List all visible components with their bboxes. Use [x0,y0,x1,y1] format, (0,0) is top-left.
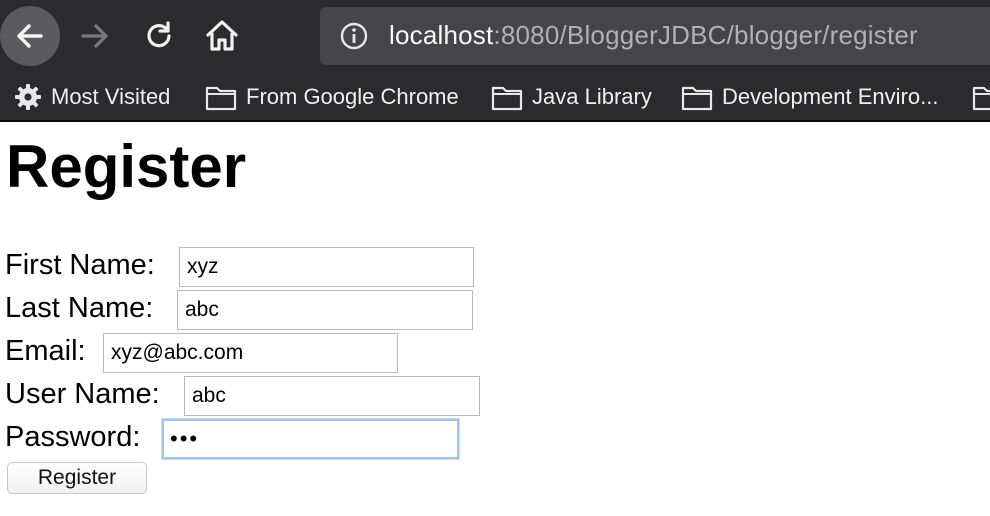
email-label: Email: [5,335,86,367]
first-name-label: First Name: [5,249,155,281]
arrow-left-icon [17,24,43,48]
email-input[interactable] [103,333,398,373]
last-name-label: Last Name: [5,292,154,324]
gear-icon [15,84,41,110]
address-bar[interactable]: localhost:8080/BloggerJDBC/blogger/regis… [320,7,990,65]
password-input[interactable] [162,419,459,459]
arrow-right-icon [81,24,108,48]
folder-icon [681,86,713,111]
page-title: Register [6,133,247,200]
home-button[interactable] [202,16,242,56]
browser-toolbar: localhost:8080/BloggerJDBC/blogger/regis… [0,0,990,122]
back-button[interactable] [0,6,60,66]
bookmarks-toolbar: Most Visited From Google Chrome Java Lib… [0,74,990,120]
user-name-label: User Name: [5,378,160,410]
first-name-input[interactable] [179,247,474,287]
home-icon [206,20,238,51]
bookmark-overflow[interactable] [972,82,990,112]
reload-button[interactable] [139,16,179,56]
folder-icon [205,86,237,111]
bookmark-label: Most Visited [51,84,171,109]
page-content: Register First Name: Last Name: Email: U… [0,122,990,516]
bookmark-development-environment[interactable]: Development Enviro... [681,82,938,112]
url-host: localhost [389,20,494,50]
bookmark-label: Development Enviro... [722,84,939,109]
bookmark-label: From Google Chrome [246,84,459,109]
reload-icon [147,21,171,48]
bookmark-from-google-chrome[interactable]: From Google Chrome [205,82,459,112]
user-name-input[interactable] [184,376,480,416]
folder-icon [972,86,990,111]
url-text[interactable]: localhost:8080/BloggerJDBC/blogger/regis… [389,20,918,51]
url-path: :8080/BloggerJDBC/blogger/register [493,20,918,50]
last-name-input[interactable] [177,290,473,330]
register-button[interactable]: Register [7,462,147,494]
bookmark-java-library[interactable]: Java Library [491,82,652,112]
password-label: Password: [5,421,141,453]
forward-button[interactable] [75,16,115,56]
bookmark-label: Java Library [532,84,652,109]
bookmark-most-visited[interactable]: Most Visited [14,82,170,112]
navigation-bar: localhost:8080/BloggerJDBC/blogger/regis… [0,0,990,74]
info-icon[interactable] [340,22,368,50]
folder-icon [491,86,523,111]
